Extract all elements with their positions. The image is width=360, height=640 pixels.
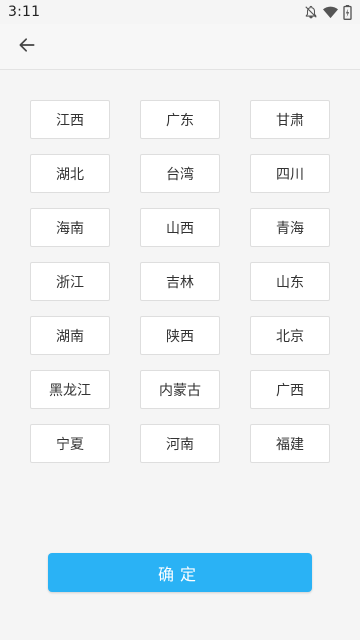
province-option[interactable]: 山东 <box>250 262 330 301</box>
province-option[interactable]: 陕西 <box>140 316 220 355</box>
province-option[interactable]: 海南 <box>30 208 110 247</box>
province-option[interactable]: 广东 <box>140 100 220 139</box>
notifications-off-icon <box>304 5 318 19</box>
province-option[interactable]: 四川 <box>250 154 330 193</box>
app-bar <box>0 24 360 70</box>
status-icons <box>304 4 352 20</box>
province-option[interactable]: 广西 <box>250 370 330 409</box>
battery-charging-icon <box>343 4 352 20</box>
wifi-icon <box>323 6 338 19</box>
status-bar: 3:11 <box>0 0 360 24</box>
province-grid: 江西 广东 甘肃 湖北 台湾 四川 海南 山西 青海 浙江 吉林 山东 湖南 陕… <box>30 100 330 463</box>
province-option[interactable]: 台湾 <box>140 154 220 193</box>
confirm-button[interactable]: 确定 <box>48 553 312 592</box>
province-option[interactable]: 湖北 <box>30 154 110 193</box>
province-option[interactable]: 北京 <box>250 316 330 355</box>
province-option[interactable]: 河南 <box>140 424 220 463</box>
province-option[interactable]: 福建 <box>250 424 330 463</box>
status-time: 3:11 <box>8 4 41 20</box>
province-option[interactable]: 甘肃 <box>250 100 330 139</box>
province-option[interactable]: 青海 <box>250 208 330 247</box>
province-option[interactable]: 宁夏 <box>30 424 110 463</box>
province-option[interactable]: 江西 <box>30 100 110 139</box>
province-option[interactable]: 吉林 <box>140 262 220 301</box>
province-option[interactable]: 内蒙古 <box>140 370 220 409</box>
arrow-left-icon <box>17 35 37 59</box>
province-option[interactable]: 黑龙江 <box>30 370 110 409</box>
province-option[interactable]: 山西 <box>140 208 220 247</box>
province-option[interactable]: 湖南 <box>30 316 110 355</box>
province-option[interactable]: 浙江 <box>30 262 110 301</box>
back-button[interactable] <box>7 27 47 67</box>
